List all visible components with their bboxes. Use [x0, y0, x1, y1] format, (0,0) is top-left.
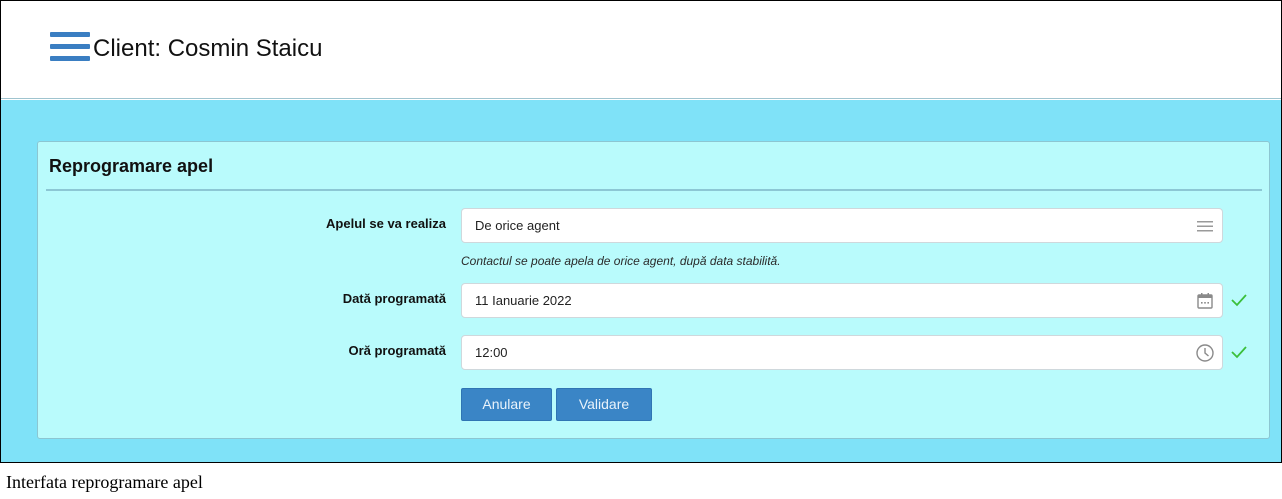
validate-button[interactable]: Validare [556, 388, 652, 421]
date-check-icon [1231, 294, 1247, 307]
clock-icon[interactable] [1195, 343, 1215, 363]
caller-select[interactable]: De orice agent [461, 208, 1223, 243]
panel-divider [46, 189, 1262, 191]
caller-value: De orice agent [475, 218, 560, 233]
calendar-icon[interactable] [1195, 291, 1215, 311]
time-value: 12:00 [475, 345, 508, 360]
figure-frame: Client: Cosmin Staicu Reprogramare apel … [0, 0, 1282, 463]
caller-help-text: Contactul se poate apela de orice agent,… [461, 254, 781, 268]
reschedule-panel: Reprogramare apel Apelul se va realiza D… [37, 141, 1270, 439]
app-header: Client: Cosmin Staicu [1, 1, 1281, 99]
main-content: Reprogramare apel Apelul se va realiza D… [1, 100, 1281, 462]
panel-title: Reprogramare apel [49, 156, 214, 176]
hamburger-menu-icon[interactable] [50, 32, 90, 64]
cancel-button[interactable]: Anulare [461, 388, 552, 421]
date-label: Dată programată [342, 291, 446, 306]
date-input[interactable]: 11 Ianuarie 2022 [461, 283, 1223, 318]
caller-label: Apelul se va realiza [326, 216, 446, 231]
time-check-icon [1231, 346, 1247, 359]
client-title: Client: Cosmin Staicu [93, 35, 323, 62]
figure-caption: Interfata reprogramare apel [6, 472, 203, 492]
list-icon[interactable] [1195, 216, 1215, 236]
time-input[interactable]: 12:00 [461, 335, 1223, 370]
date-value: 11 Ianuarie 2022 [475, 293, 572, 308]
time-label: Oră programată [348, 343, 446, 358]
